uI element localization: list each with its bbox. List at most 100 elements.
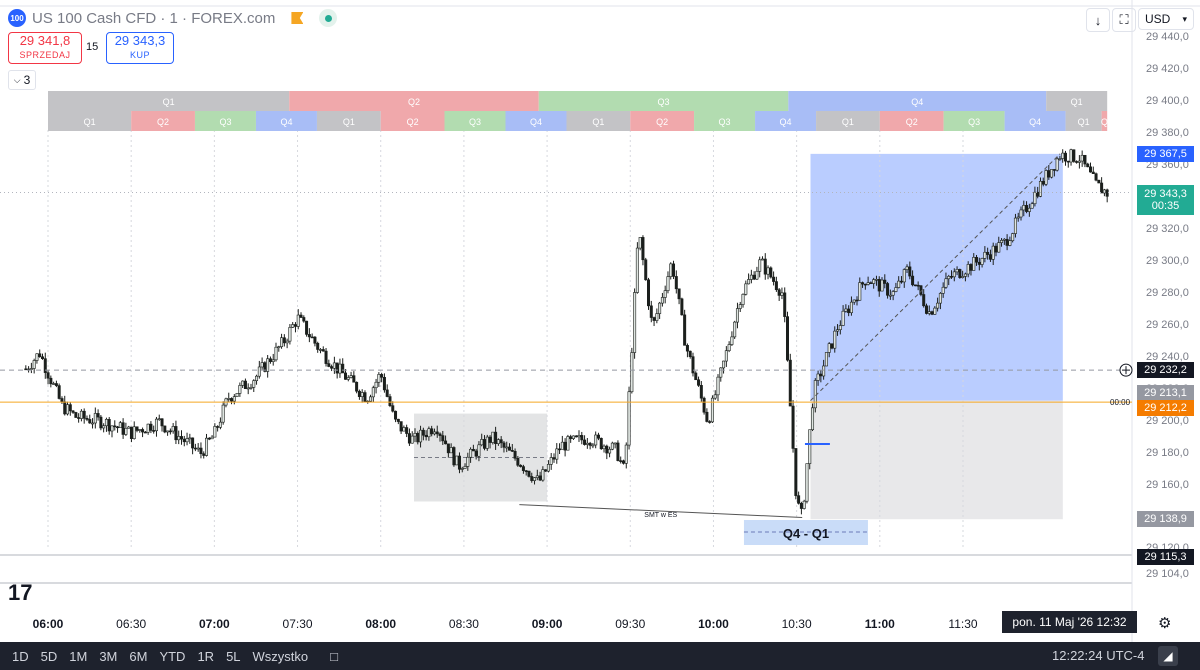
candle (377, 374, 381, 383)
tradingview-logo[interactable]: 17 (8, 580, 32, 606)
candle (371, 387, 375, 398)
candle (463, 466, 467, 469)
candle (388, 396, 392, 406)
range-1d[interactable]: 1D (12, 649, 29, 664)
candle (346, 377, 350, 380)
range-3m[interactable]: 3M (99, 649, 117, 664)
candle (471, 448, 475, 452)
smt-label: SMT w ES (644, 512, 677, 519)
candle (1044, 170, 1048, 185)
candle (174, 426, 178, 441)
candle (49, 377, 53, 385)
candle (866, 282, 870, 285)
candle (135, 426, 139, 431)
candle (533, 477, 537, 481)
candle (91, 422, 95, 425)
candle (549, 457, 553, 465)
candle (318, 349, 322, 351)
candle (24, 368, 28, 371)
range-1r[interactable]: 1R (197, 649, 214, 664)
candle (580, 435, 584, 441)
candle (449, 447, 453, 454)
candle (369, 396, 373, 402)
candle (455, 455, 459, 466)
candle (380, 374, 384, 378)
candle (958, 269, 962, 278)
candle (980, 258, 984, 265)
date-range-icon[interactable]: □ (330, 649, 338, 664)
candle (29, 368, 33, 370)
candle (1027, 207, 1031, 212)
candle (763, 258, 767, 275)
candle (154, 418, 158, 432)
range-5d[interactable]: 5D (41, 649, 58, 664)
candle (38, 353, 42, 358)
range-6m[interactable]: 6M (129, 649, 147, 664)
candle (407, 433, 411, 444)
price-label-stop: 29 138,9 (1137, 511, 1194, 528)
candle (927, 311, 931, 314)
candle (341, 363, 345, 374)
candle (138, 429, 142, 431)
candle (844, 308, 848, 312)
candle (241, 380, 245, 386)
candle (35, 353, 39, 361)
candle (849, 301, 853, 314)
range-buttons: 1D 5D 1M 3M 6M YTD 1R 5L Wszystko (0, 649, 308, 664)
candle (260, 362, 264, 368)
candle (983, 251, 987, 259)
candle (496, 439, 500, 444)
candle (291, 324, 295, 328)
time-tick: 06:00 (32, 617, 64, 631)
candle (352, 375, 356, 383)
candle (1025, 205, 1029, 212)
candle (82, 410, 86, 419)
time-tick: 11:00 (864, 617, 895, 631)
candle (157, 418, 161, 421)
range-ytd[interactable]: YTD (159, 649, 185, 664)
candle (936, 302, 940, 309)
candle (46, 372, 50, 379)
candle (566, 436, 570, 451)
price-chart[interactable]: Q1 Q2 Q3 Q4 Q1Q1 Q2 Q3 Q4 Q1 Q2 Q3 Q4 Q1 Q2 Q3 Q4 Q1 Q2 Q3… (0, 0, 1200, 670)
candle (524, 470, 528, 472)
candle (513, 450, 517, 459)
candle (74, 412, 78, 418)
candle (669, 263, 673, 277)
candle (221, 404, 225, 423)
candle (916, 284, 920, 287)
candle (1066, 160, 1070, 163)
quarter-label: Q1 (842, 117, 854, 127)
candle (708, 421, 712, 423)
candle (457, 455, 461, 470)
range-5l[interactable]: 5L (226, 649, 240, 664)
candle (505, 446, 509, 449)
candle (672, 263, 676, 277)
candle (838, 325, 842, 330)
candle (288, 327, 292, 342)
time-tick: 09:00 (531, 617, 563, 631)
range-wszystko[interactable]: Wszystko (253, 649, 309, 664)
candle (991, 245, 995, 260)
collapse-panel-icon[interactable]: ◢ (1158, 646, 1178, 666)
quarter-label: Q4 (530, 117, 542, 127)
range-1m[interactable]: 1M (69, 649, 87, 664)
bottom-toolbar: 1D 5D 1M 3M 6M YTD 1R 5L Wszystko □ 12:22:24 UTC… (0, 642, 1200, 670)
quarter-label: Q1 (592, 117, 604, 127)
candle (591, 444, 595, 447)
candle (285, 340, 289, 344)
candle (922, 294, 926, 307)
clock[interactable]: 12:22:24 UTC-4 (1052, 648, 1145, 663)
time-tick: 07:00 (199, 617, 230, 631)
price-tick: 29 400,0 (1146, 94, 1189, 107)
candle (608, 448, 612, 454)
settings-icon[interactable]: ⚙ (1158, 614, 1171, 632)
price-label-low: 29 115,3 (1137, 548, 1194, 565)
candle (491, 431, 495, 443)
quarter-label: Q2 (906, 117, 918, 127)
candle (508, 446, 512, 451)
candle (805, 463, 809, 502)
candle (972, 257, 976, 271)
candle (863, 283, 867, 286)
candle (210, 436, 214, 440)
